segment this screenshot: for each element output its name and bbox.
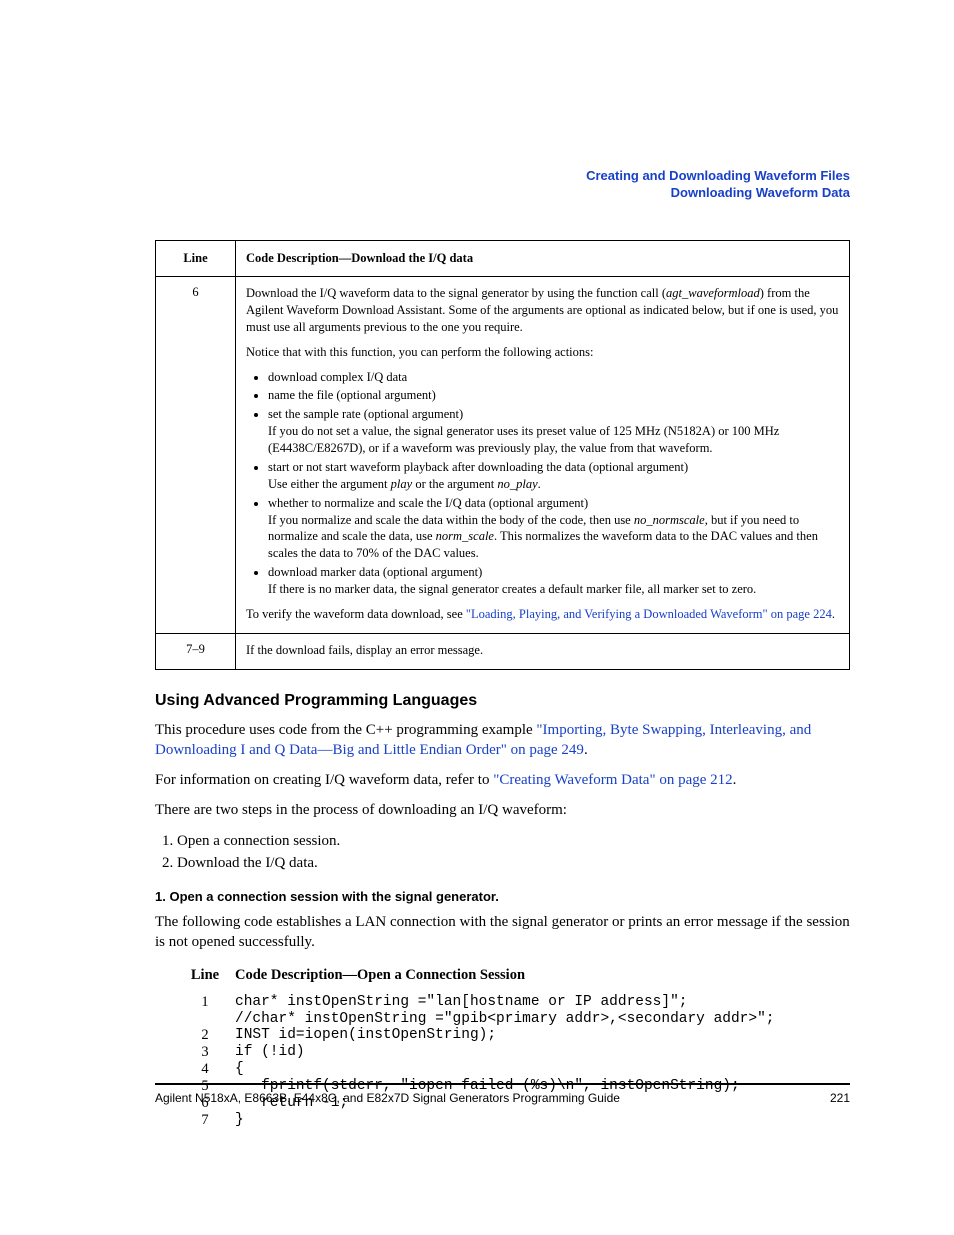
table-row: 7–9 If the download fails, display an er… (156, 633, 850, 669)
footer-title: Agilent N518xA, E8663B, E44x8C, and E82x… (155, 1091, 620, 1105)
line-number: 7–9 (156, 633, 236, 669)
actions-list: download complex I/Q data name the file … (246, 369, 839, 598)
creating-waveform-link[interactable]: "Creating Waveform Data" on page 212 (493, 772, 732, 788)
code-header-desc: Code Description—Open a Connection Sessi… (235, 967, 850, 984)
list-item: Open a connection session. (177, 831, 850, 851)
page-number: 221 (830, 1091, 850, 1105)
header-section: Downloading Waveform Data (586, 185, 850, 202)
header-chapter: Creating and Downloading Waveform Files (586, 168, 850, 185)
body-paragraph: The following code establishes a LAN con… (155, 912, 850, 953)
page-footer: Agilent N518xA, E8663B, E44x8C, and E82x… (155, 1083, 850, 1105)
code-header-line: Line (155, 967, 235, 984)
table-header-desc: Code Description—Download the I/Q data (236, 241, 850, 277)
table-header-line: Line (156, 241, 236, 277)
iq-download-table: Line Code Description—Download the I/Q d… (155, 240, 850, 670)
verify-download-link[interactable]: "Loading, Playing, and Verifying a Downl… (466, 607, 832, 621)
page-header: Creating and Downloading Waveform Files … (586, 168, 850, 202)
body-paragraph: For information on creating I/Q waveform… (155, 770, 850, 790)
list-item: Download the I/Q data. (177, 853, 850, 873)
line-description: Download the I/Q waveform data to the si… (236, 277, 850, 634)
line-number: 6 (156, 277, 236, 634)
table-row: 6 Download the I/Q waveform data to the … (156, 277, 850, 634)
line-description: If the download fails, display an error … (236, 633, 850, 669)
steps-list: Open a connection session. Download the … (177, 831, 850, 874)
section-heading: Using Advanced Programming Languages (155, 692, 850, 710)
body-paragraph: There are two steps in the process of do… (155, 800, 850, 820)
subsection-heading: 1. Open a connection session with the si… (155, 889, 850, 904)
body-paragraph: This procedure uses code from the C++ pr… (155, 720, 850, 761)
